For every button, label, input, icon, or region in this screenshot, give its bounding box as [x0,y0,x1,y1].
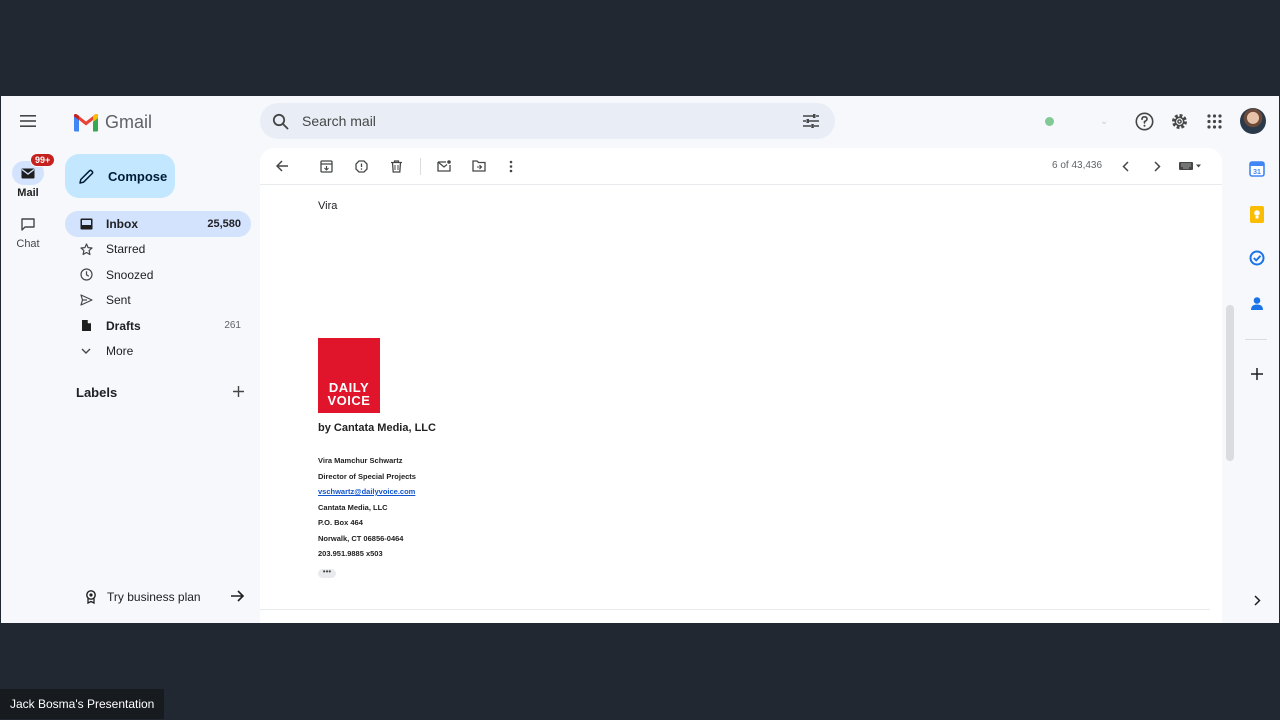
gmail-logo[interactable]: Gmail [73,110,152,134]
try-business-label: Try business plan [107,590,201,604]
archive-icon[interactable] [317,157,335,175]
nav-count: 261 [224,320,241,332]
presentation-label: Jack Bosma's Presentation [0,689,165,719]
search-options-icon[interactable] [803,111,823,131]
account-avatar[interactable] [1240,108,1266,134]
send-icon [79,293,93,307]
pencil-icon [79,169,94,184]
nav-item-inbox[interactable]: Inbox 25,580 [65,211,251,237]
daily-voice-logo: DAILY VOICE [318,338,380,413]
chevron-right-icon[interactable] [1148,157,1166,175]
keyboard-icon[interactable] [1178,157,1204,175]
nav-item-sent[interactable]: Sent [65,288,251,314]
delete-trash-icon[interactable] [387,157,405,175]
message-greeting: Vira [318,200,338,212]
search-input[interactable] [302,113,803,129]
unread-badge: 99+ [30,153,56,167]
report-spam-icon[interactable] [352,157,370,175]
signature-company: Cantata Media, LLC [318,502,388,512]
app-name: Gmail [105,111,153,132]
chevron-left-icon[interactable] [1116,157,1134,175]
chevron-down-icon: ⌄ [1100,115,1109,127]
chevron-down-icon [79,344,93,358]
company-tagline: by Cantata Media, LLC [318,422,436,434]
clock-icon [79,268,93,282]
mark-unread-icon[interactable] [435,157,453,175]
nav-count: 25,580 [207,217,241,230]
award-icon [85,590,99,604]
show-trimmed-content-button[interactable]: ••• [318,568,336,578]
mail-icon: 99+ [12,153,56,185]
nav-label: Inbox [106,216,138,231]
main-menu-button[interactable] [17,110,39,132]
status-dot [1045,116,1054,126]
arrow-right-icon [231,589,245,605]
folder-nav: Inbox 25,580 Starred Snoozed Sent Drafts… [65,211,251,364]
status-selector[interactable]: ⌄ [1037,105,1117,137]
plus-icon [233,386,244,397]
message-toolbar: 6 of 43,436 [260,148,1222,185]
add-addon-plus-icon[interactable] [1247,364,1267,384]
labels-title: Labels [76,385,118,400]
rail-chat[interactable]: Chat [7,212,49,250]
hamburger-icon [20,115,36,127]
more-options-icon[interactable] [502,157,520,175]
scrollbar-thumb[interactable] [1226,305,1234,461]
message-divider [260,609,1210,610]
search-bar [260,103,835,139]
nav-item-snoozed[interactable]: Snoozed [65,262,251,288]
email-signature: Vira Mamchur Schwartz Director of Specia… [318,453,416,562]
search-icon[interactable] [272,111,292,131]
gmail-m-icon [74,114,98,132]
back-arrow-icon[interactable] [273,157,291,175]
calendar-icon[interactable]: 31 [1247,159,1267,179]
draft-icon [79,319,93,333]
signature-city: Norwalk, CT 06856-0464 [318,533,404,543]
right-rail-divider [1245,339,1267,340]
chat-icon [12,212,44,236]
inbox-icon [79,217,93,231]
tasks-icon[interactable] [1247,248,1267,268]
signature-title: Director of Special Projects [318,471,416,481]
nav-label: Sent [106,293,131,308]
help-icon[interactable] [1133,110,1155,132]
nav-item-starred[interactable]: Starred [65,237,251,263]
signature-name: Vira Mamchur Schwartz [318,456,403,465]
nav-label: Starred [106,242,146,257]
compose-label: Compose [108,168,168,184]
contacts-icon[interactable] [1247,293,1267,313]
labels-section-header: Labels [76,385,244,400]
message-view: 6 of 43,436 Vira DAILY VOICE by Cantata … [260,148,1222,623]
signature-po-box: P.O. Box 464 [318,518,363,527]
move-to-folder-icon[interactable] [470,157,488,175]
apps-grid-icon[interactable] [1203,110,1225,132]
compose-button[interactable]: Compose [65,154,175,198]
logo-line2: VOICE [327,393,371,408]
signature-email-link[interactable]: vschwartz@dailyvoice.com [318,487,415,496]
try-business-plan[interactable]: Try business plan [73,584,245,610]
nav-item-more[interactable]: More [65,339,251,365]
rail-chat-label: Chat [16,238,40,250]
toolbar-divider [420,158,421,175]
gmail-window: 99+ Mail Chat Gmail ⌄ [1,96,1279,623]
svg-text:31: 31 [1253,169,1261,176]
nav-label: More [106,344,134,359]
pagination-count: 6 of 43,436 [1052,160,1103,171]
add-label-button[interactable] [233,385,244,400]
nav-item-drafts[interactable]: Drafts 261 [65,313,251,339]
rail-mail-label: Mail [17,187,39,199]
signature-phone: 203.951.9885 x503 [318,549,383,558]
keep-notes-icon[interactable] [1247,204,1267,224]
message-content: Vira DAILY VOICE by Cantata Media, LLC V… [318,200,436,578]
settings-gear-icon[interactable] [1168,110,1190,132]
nav-label: Drafts [106,318,141,333]
rail-mail[interactable]: 99+ Mail [7,153,56,199]
nav-label: Snoozed [106,267,154,282]
star-icon [79,242,93,256]
expand-side-panel-icon[interactable] [1247,590,1267,610]
